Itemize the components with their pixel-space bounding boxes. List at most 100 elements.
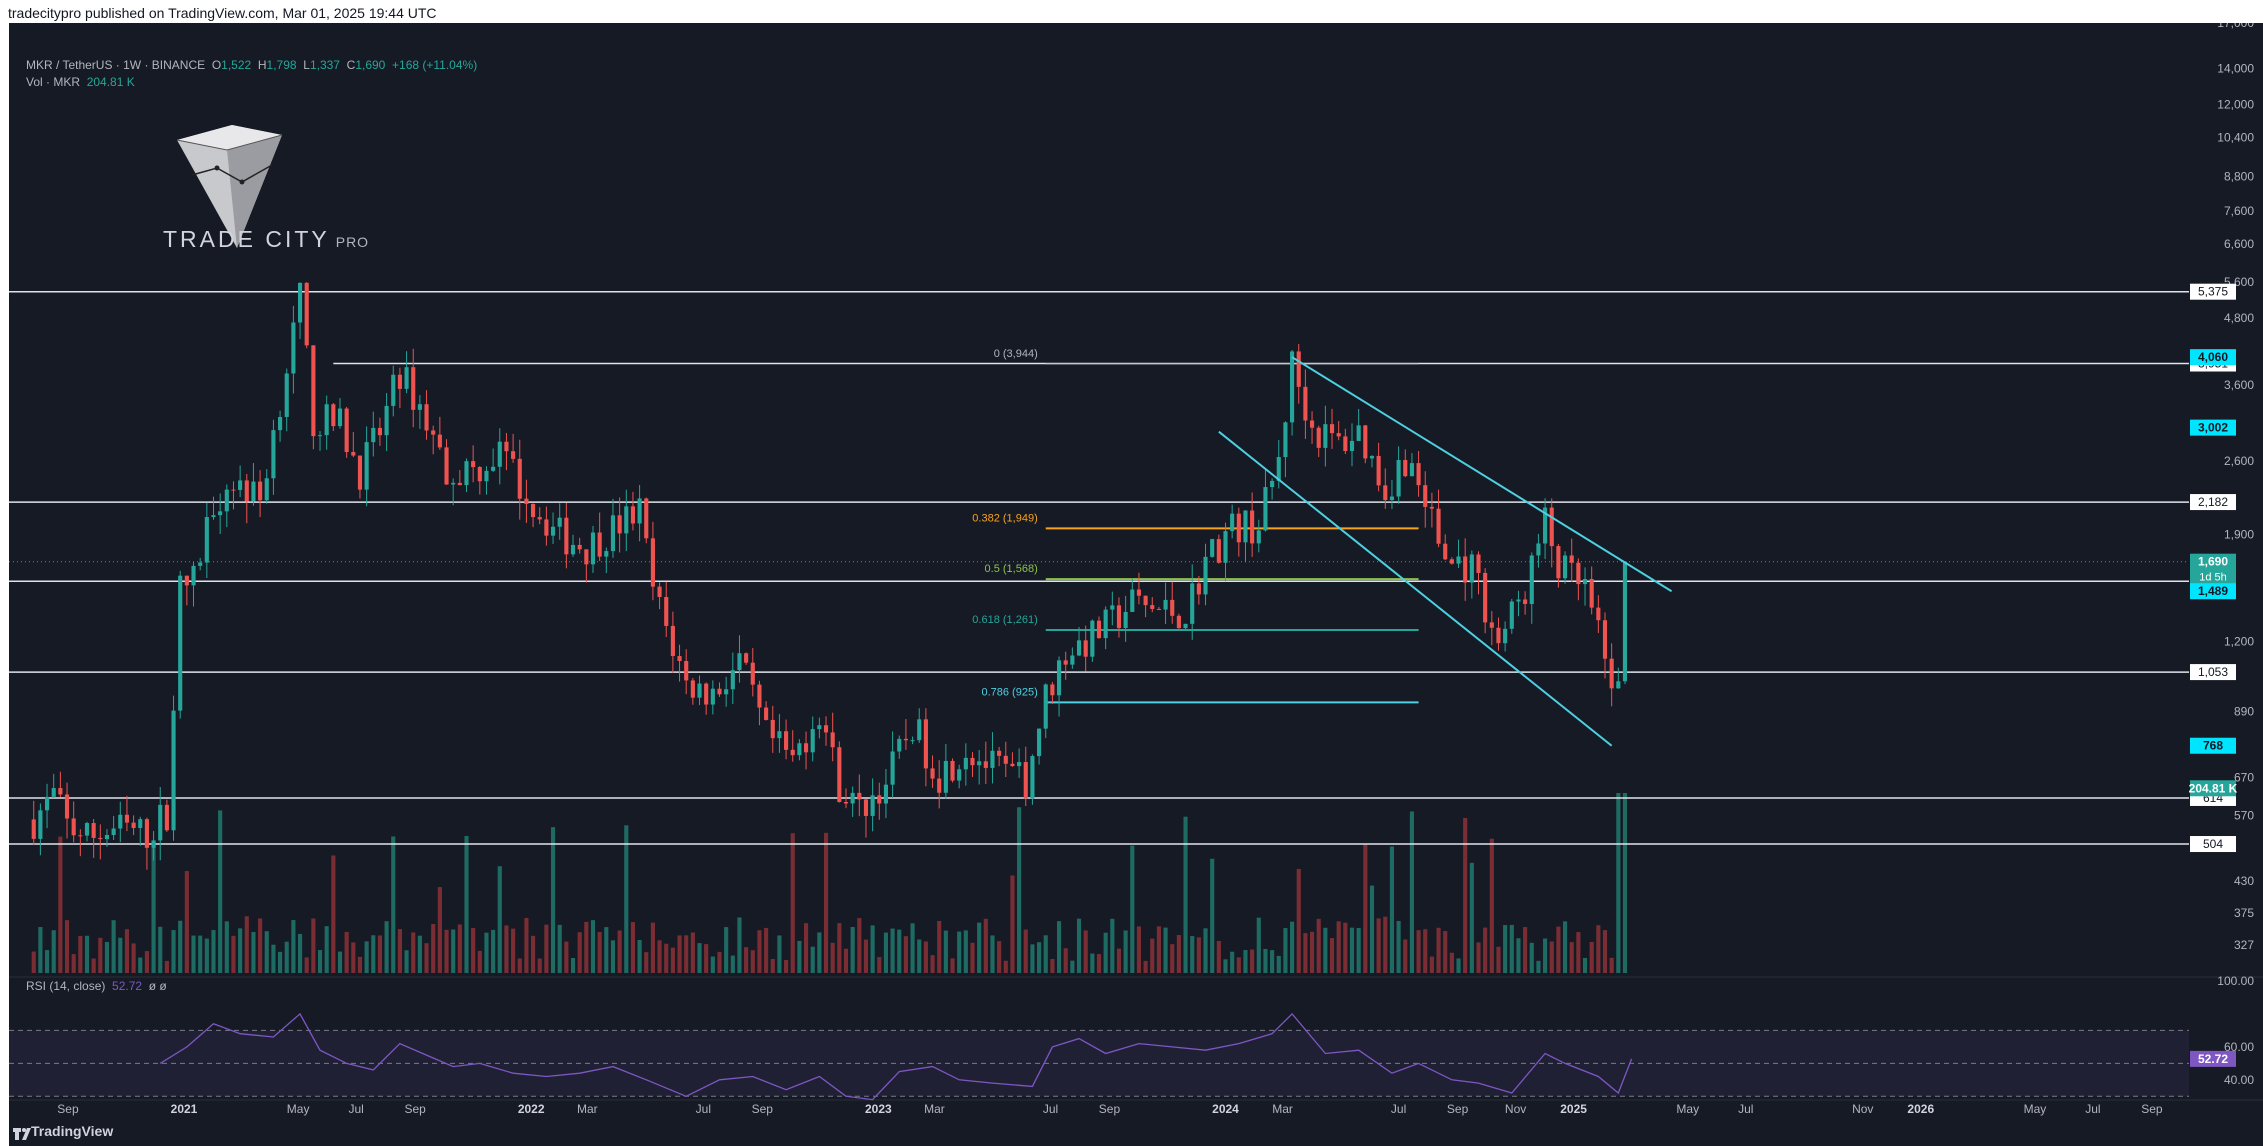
volume-bar: [690, 932, 695, 973]
candle-body: [910, 740, 915, 742]
candle-body: [990, 750, 995, 768]
price-tick-label: 3,600: [2224, 378, 2254, 392]
symbol-legend[interactable]: MKR / TetherUS · 1W · BINANCE O1,522 H1,…: [26, 58, 477, 72]
volume-bar: [764, 927, 769, 973]
volume-bar: [1416, 930, 1421, 973]
volume-bar: [637, 939, 642, 973]
volume-bar: [1003, 960, 1008, 973]
time-tick-label: Mar: [1272, 1102, 1293, 1116]
symbol-label[interactable]: MKR / TetherUS · 1W · BINANCE: [26, 58, 205, 72]
candle-body: [111, 828, 116, 836]
volume-value: 204.81 K: [86, 75, 135, 89]
axis-price-tag-label: 204.81 K: [2189, 781, 2238, 795]
volume-bar: [570, 958, 576, 973]
candle-body: [570, 544, 576, 555]
time-tick-label: Jul: [696, 1102, 711, 1116]
candle-body: [637, 498, 642, 524]
candle-body: [777, 731, 782, 739]
candle-body: [550, 526, 556, 536]
candle-body: [797, 743, 802, 756]
volume-bar: [424, 943, 429, 973]
candle-body: [670, 625, 675, 657]
candle-body: [1309, 420, 1315, 428]
candle-body: [1469, 554, 1474, 583]
volume-bar: [1323, 927, 1328, 973]
time-tick-label: Jul: [1391, 1102, 1406, 1116]
volume-bar: [317, 950, 323, 973]
volume-bar: [331, 855, 336, 973]
volume-bar: [1376, 918, 1381, 973]
volume-bar: [990, 935, 995, 973]
candle-body: [1429, 506, 1434, 509]
candle-body: [344, 408, 349, 453]
volume-bar: [963, 930, 968, 973]
volume-bar: [1349, 927, 1355, 973]
volume-bar: [444, 929, 449, 973]
candle-body: [1236, 513, 1241, 543]
volume-bar: [364, 941, 369, 973]
volume-bar: [131, 943, 136, 973]
candle-body: [98, 837, 103, 840]
candle-body: [497, 441, 502, 467]
candle-body: [1383, 485, 1388, 501]
candle-body: [491, 466, 496, 471]
price-tick-label: 17,000: [2217, 23, 2254, 30]
candle-body: [937, 778, 942, 793]
volume-bar: [624, 825, 629, 973]
volume-bar: [930, 955, 935, 973]
candle-body: [238, 480, 243, 490]
price-tick-label: 8,800: [2224, 170, 2254, 184]
rsi-tick-label: 100.00: [2217, 974, 2254, 988]
rsi-legend[interactable]: RSI (14, close) 52.72 ø ø: [26, 979, 167, 993]
candle-body: [1017, 762, 1022, 767]
volume-bar: [151, 841, 156, 973]
candle-body: [630, 506, 636, 524]
candle-body: [224, 489, 229, 512]
candle-body: [1050, 684, 1055, 696]
volume-bar: [1096, 954, 1102, 973]
candle-body: [1456, 556, 1461, 564]
candle-body: [877, 795, 882, 804]
candle-body: [1123, 611, 1128, 628]
axis-price-tag-label: 768: [2203, 739, 2223, 753]
rsi-label[interactable]: RSI (14, close): [26, 979, 105, 993]
candle-body: [1403, 460, 1408, 477]
candle-body: [590, 532, 596, 565]
close-label: C: [346, 58, 356, 72]
volume-bar: [970, 942, 975, 973]
chart-panel[interactable]: 0 (3,944) 0.382 (1,949) 0.5 (1,568) 0.618 (…: [9, 23, 2263, 1119]
volume-label[interactable]: Vol · MKR: [26, 75, 80, 89]
candle-body: [697, 683, 702, 698]
volume-legend[interactable]: Vol · MKR 204.81 K: [26, 75, 135, 89]
candle-body: [391, 374, 396, 406]
volume-bar: [903, 936, 908, 973]
volume-bar: [1276, 955, 1281, 973]
volume-bar: [437, 887, 442, 973]
candle-body: [297, 282, 303, 323]
volume-bar: [1436, 927, 1441, 973]
volume-bar: [1156, 926, 1161, 973]
candle-body: [464, 461, 469, 486]
time-tick-label: 2025: [1560, 1102, 1587, 1116]
volume-bar: [803, 923, 809, 973]
volume-bar: [1576, 932, 1581, 973]
volume-bar: [158, 926, 163, 973]
candle-body: [1396, 460, 1401, 497]
candle-body: [644, 498, 649, 539]
volume-bar: [1076, 918, 1082, 973]
volume-bar: [44, 950, 50, 973]
candle-body: [104, 835, 110, 840]
candle-body: [404, 367, 409, 389]
candle-body: [744, 653, 749, 663]
time-tick-label: Mar: [924, 1102, 945, 1116]
candle-body: [118, 814, 123, 829]
volume-bar: [1110, 918, 1115, 973]
candle-body: [810, 729, 815, 753]
volume-bar: [1170, 944, 1175, 973]
candle-body: [284, 373, 289, 417]
candle-body: [737, 653, 742, 671]
candle-body: [1582, 579, 1588, 585]
volume-bar: [590, 920, 596, 973]
candle-body: [1549, 507, 1554, 547]
price-line-tag-label: 504: [2203, 837, 2223, 851]
